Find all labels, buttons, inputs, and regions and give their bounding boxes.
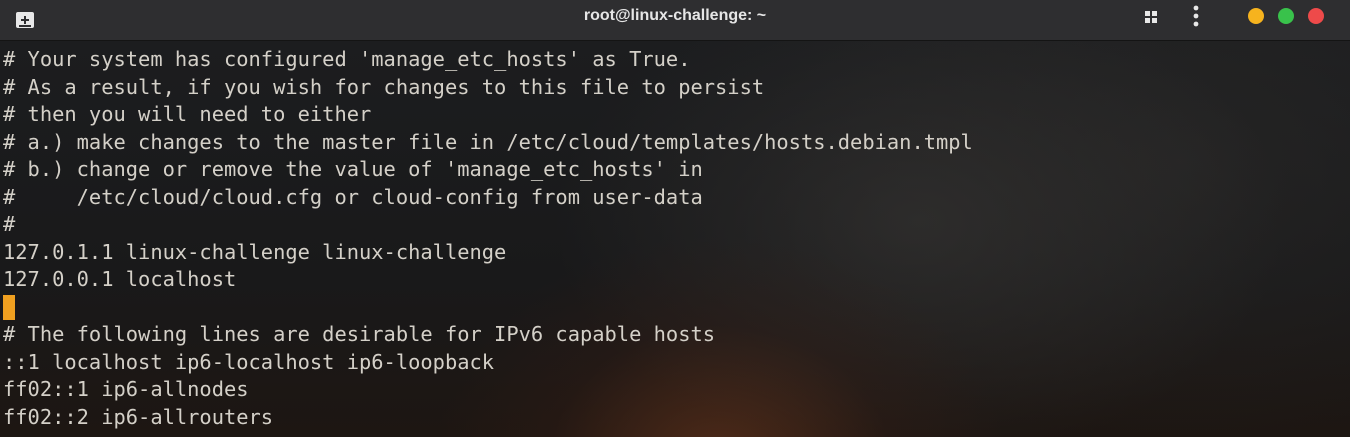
terminal-line: # The following lines are desirable for … xyxy=(3,322,716,346)
terminal-line: # xyxy=(3,212,16,236)
terminal-line: # /etc/cloud/cloud.cfg or cloud-config f… xyxy=(3,184,703,209)
terminal-line: ::1 localhost ip6-localhost ip6-loopback xyxy=(3,349,495,374)
new-tab-icon xyxy=(16,12,34,28)
close-button[interactable] xyxy=(1308,8,1324,24)
minimize-button[interactable] xyxy=(1248,8,1264,24)
terminal-window: root@linux-challenge: ~ # Your system ha… xyxy=(0,0,1350,437)
grid-view-icon xyxy=(1145,11,1157,23)
main-menu-button[interactable] xyxy=(1186,4,1206,28)
terminal-line: # then you will need to either xyxy=(3,102,372,126)
terminal-lines: # Your system has configured 'manage_etc… xyxy=(3,46,973,431)
terminal-line: # As a result, if you wish for changes t… xyxy=(3,74,765,99)
terminal-line: # a.) make changes to the master file in… xyxy=(3,129,973,154)
terminal-line: ff02::1 ip6-allnodes xyxy=(3,377,249,401)
view-toggle-button[interactable] xyxy=(1140,6,1162,28)
cursor-line xyxy=(3,294,973,322)
title-bar[interactable]: root@linux-challenge: ~ xyxy=(0,0,1350,41)
terminal-line: # b.) change or remove the value of 'man… xyxy=(3,157,703,181)
terminal-line: 127.0.0.1 localhost xyxy=(3,267,237,291)
kebab-menu-icon xyxy=(1193,5,1199,27)
terminal-output[interactable]: # Your system has configured 'manage_etc… xyxy=(0,41,1350,437)
terminal-line: ff02::2 ip6-allrouters xyxy=(3,404,274,429)
text-cursor xyxy=(3,295,15,320)
new-tab-button[interactable] xyxy=(12,8,38,32)
terminal-line: # Your system has configured 'manage_etc… xyxy=(3,47,691,71)
terminal-line: 127.0.1.1 linux-challenge linux-challeng… xyxy=(3,239,507,264)
maximize-button[interactable] xyxy=(1278,8,1294,24)
